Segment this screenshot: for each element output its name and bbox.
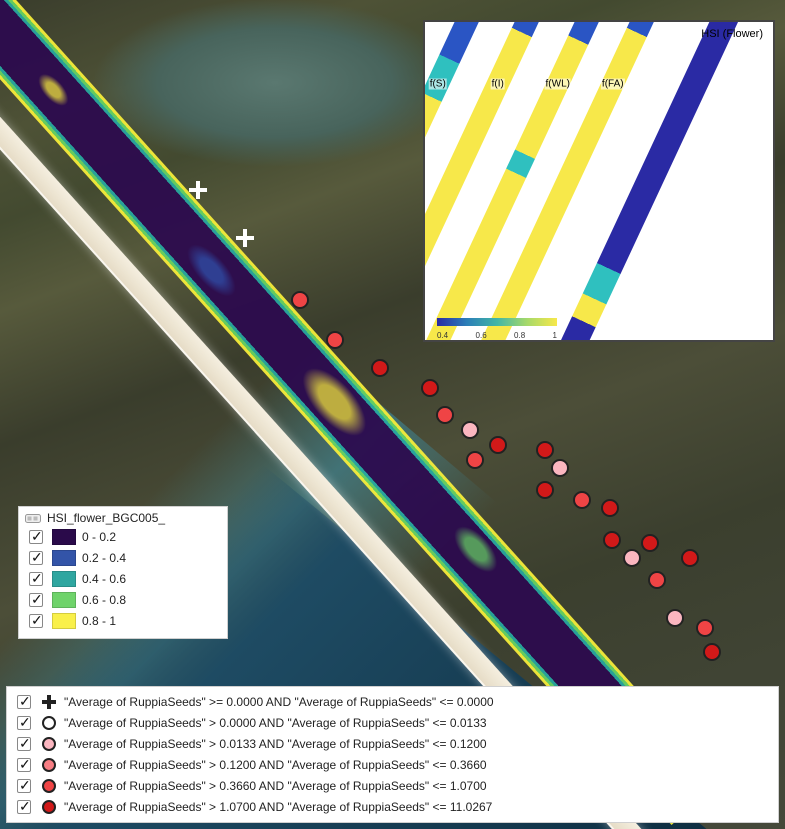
points-legend-panel: "Average of RuppiaSeeds" >= 0.0000 AND "… — [6, 686, 779, 823]
sample-point-marker[interactable] — [371, 359, 389, 377]
inset-panel: HSI (Flower) f(S) f(I) f(WL) f(FA) 0.4 0… — [423, 20, 775, 342]
sample-point-marker[interactable] — [536, 481, 554, 499]
layer-visibility-checkbox[interactable] — [17, 779, 31, 793]
points-legend-row: "Average of RuppiaSeeds" > 0.3660 AND "A… — [13, 776, 772, 796]
legend-class-label: 0.2 - 0.4 — [82, 551, 126, 565]
raster-legend-row: 0.4 - 0.6 — [25, 569, 221, 589]
legend-class-label: "Average of RuppiaSeeds" > 0.0000 AND "A… — [64, 716, 487, 730]
sample-point-marker[interactable] — [648, 571, 666, 589]
legend-class-label: 0.6 - 0.8 — [82, 593, 126, 607]
circle-icon — [40, 756, 58, 774]
layer-visibility-checkbox[interactable] — [17, 800, 31, 814]
layer-visibility-checkbox[interactable] — [29, 530, 43, 544]
points-legend-row: "Average of RuppiaSeeds" > 0.0000 AND "A… — [13, 713, 772, 733]
sample-point-marker[interactable] — [573, 491, 591, 509]
points-legend-row: "Average of RuppiaSeeds" > 0.0133 AND "A… — [13, 734, 772, 754]
legend-class-label: "Average of RuppiaSeeds" > 1.0700 AND "A… — [64, 800, 492, 814]
raster-legend-row: 0.2 - 0.4 — [25, 548, 221, 568]
circle-icon — [40, 798, 58, 816]
sample-point-marker[interactable] — [489, 436, 507, 454]
layer-visibility-checkbox[interactable] — [29, 572, 43, 586]
raster-legend-row: 0.8 - 1 — [25, 611, 221, 631]
tick-label: 1 — [553, 331, 557, 340]
sample-point-marker[interactable] — [291, 291, 309, 309]
sample-point-marker[interactable] — [421, 379, 439, 397]
sample-point-marker[interactable] — [641, 534, 659, 552]
tick-label: 0.8 — [514, 331, 525, 340]
sample-point-marker[interactable] — [666, 609, 684, 627]
circle-icon — [40, 777, 58, 795]
tick-label: 0.4 — [437, 331, 448, 340]
layer-visibility-checkbox[interactable] — [17, 737, 31, 751]
points-legend-row: "Average of RuppiaSeeds" > 1.0700 AND "A… — [13, 797, 772, 817]
legend-swatch — [52, 592, 76, 608]
sample-point-marker[interactable] — [189, 181, 207, 199]
legend-swatch — [52, 613, 76, 629]
sample-point-marker[interactable] — [551, 459, 569, 477]
layer-visibility-checkbox[interactable] — [29, 551, 43, 565]
legend-class-label: 0.8 - 1 — [82, 614, 116, 628]
inset-label: f(FA) — [601, 79, 625, 90]
points-legend-row: "Average of RuppiaSeeds" >= 0.0000 AND "… — [13, 692, 772, 712]
legend-class-label: "Average of RuppiaSeeds" > 0.3660 AND "A… — [64, 779, 487, 793]
legend-class-label: "Average of RuppiaSeeds" > 0.0133 AND "A… — [64, 737, 487, 751]
sample-point-marker[interactable] — [436, 406, 454, 424]
circle-icon — [40, 735, 58, 753]
sample-point-marker[interactable] — [236, 229, 254, 247]
layer-group-icon — [25, 511, 41, 525]
layer-visibility-checkbox[interactable] — [17, 695, 31, 709]
inset-label: f(I) — [491, 79, 505, 90]
legend-swatch — [52, 550, 76, 566]
sample-point-marker[interactable] — [696, 619, 714, 637]
layer-visibility-checkbox[interactable] — [17, 758, 31, 772]
map-view[interactable]: HSI_flower_BGC005_ 0 - 0.2 0.2 - 0.4 0.4 -… — [0, 0, 785, 829]
raster-legend-title: HSI_flower_BGC005_ — [47, 511, 165, 525]
raster-legend-row: 0.6 - 0.8 — [25, 590, 221, 610]
layer-visibility-checkbox[interactable] — [17, 716, 31, 730]
plus-icon — [40, 693, 58, 711]
legend-class-label: "Average of RuppiaSeeds" >= 0.0000 AND "… — [64, 695, 494, 709]
sample-point-marker[interactable] — [681, 549, 699, 567]
legend-swatch — [52, 529, 76, 545]
sample-point-marker[interactable] — [466, 451, 484, 469]
sample-point-marker[interactable] — [623, 549, 641, 567]
layer-visibility-checkbox[interactable] — [29, 614, 43, 628]
inset-colorbar — [437, 318, 557, 326]
inset-title: HSI (Flower) — [701, 28, 763, 40]
inset-label: f(S) — [429, 79, 447, 90]
legend-class-label: 0 - 0.2 — [82, 530, 116, 544]
sample-point-marker[interactable] — [326, 331, 344, 349]
circle-icon — [40, 714, 58, 732]
inset-colorbar-ticks: 0.4 0.6 0.8 1 — [437, 331, 557, 340]
raster-legend-panel: HSI_flower_BGC005_ 0 - 0.2 0.2 - 0.4 0.4 -… — [18, 506, 228, 639]
legend-swatch — [52, 571, 76, 587]
legend-class-label: "Average of RuppiaSeeds" > 0.1200 AND "A… — [64, 758, 487, 772]
layer-visibility-checkbox[interactable] — [29, 593, 43, 607]
sample-point-marker[interactable] — [703, 643, 721, 661]
raster-legend-row: 0 - 0.2 — [25, 527, 221, 547]
sample-point-marker[interactable] — [601, 499, 619, 517]
points-legend-row: "Average of RuppiaSeeds" > 0.1200 AND "A… — [13, 755, 772, 775]
inset-label: f(WL) — [545, 79, 571, 90]
sample-point-marker[interactable] — [461, 421, 479, 439]
sample-point-marker[interactable] — [603, 531, 621, 549]
sample-point-marker[interactable] — [536, 441, 554, 459]
tick-label: 0.6 — [476, 331, 487, 340]
legend-class-label: 0.4 - 0.6 — [82, 572, 126, 586]
